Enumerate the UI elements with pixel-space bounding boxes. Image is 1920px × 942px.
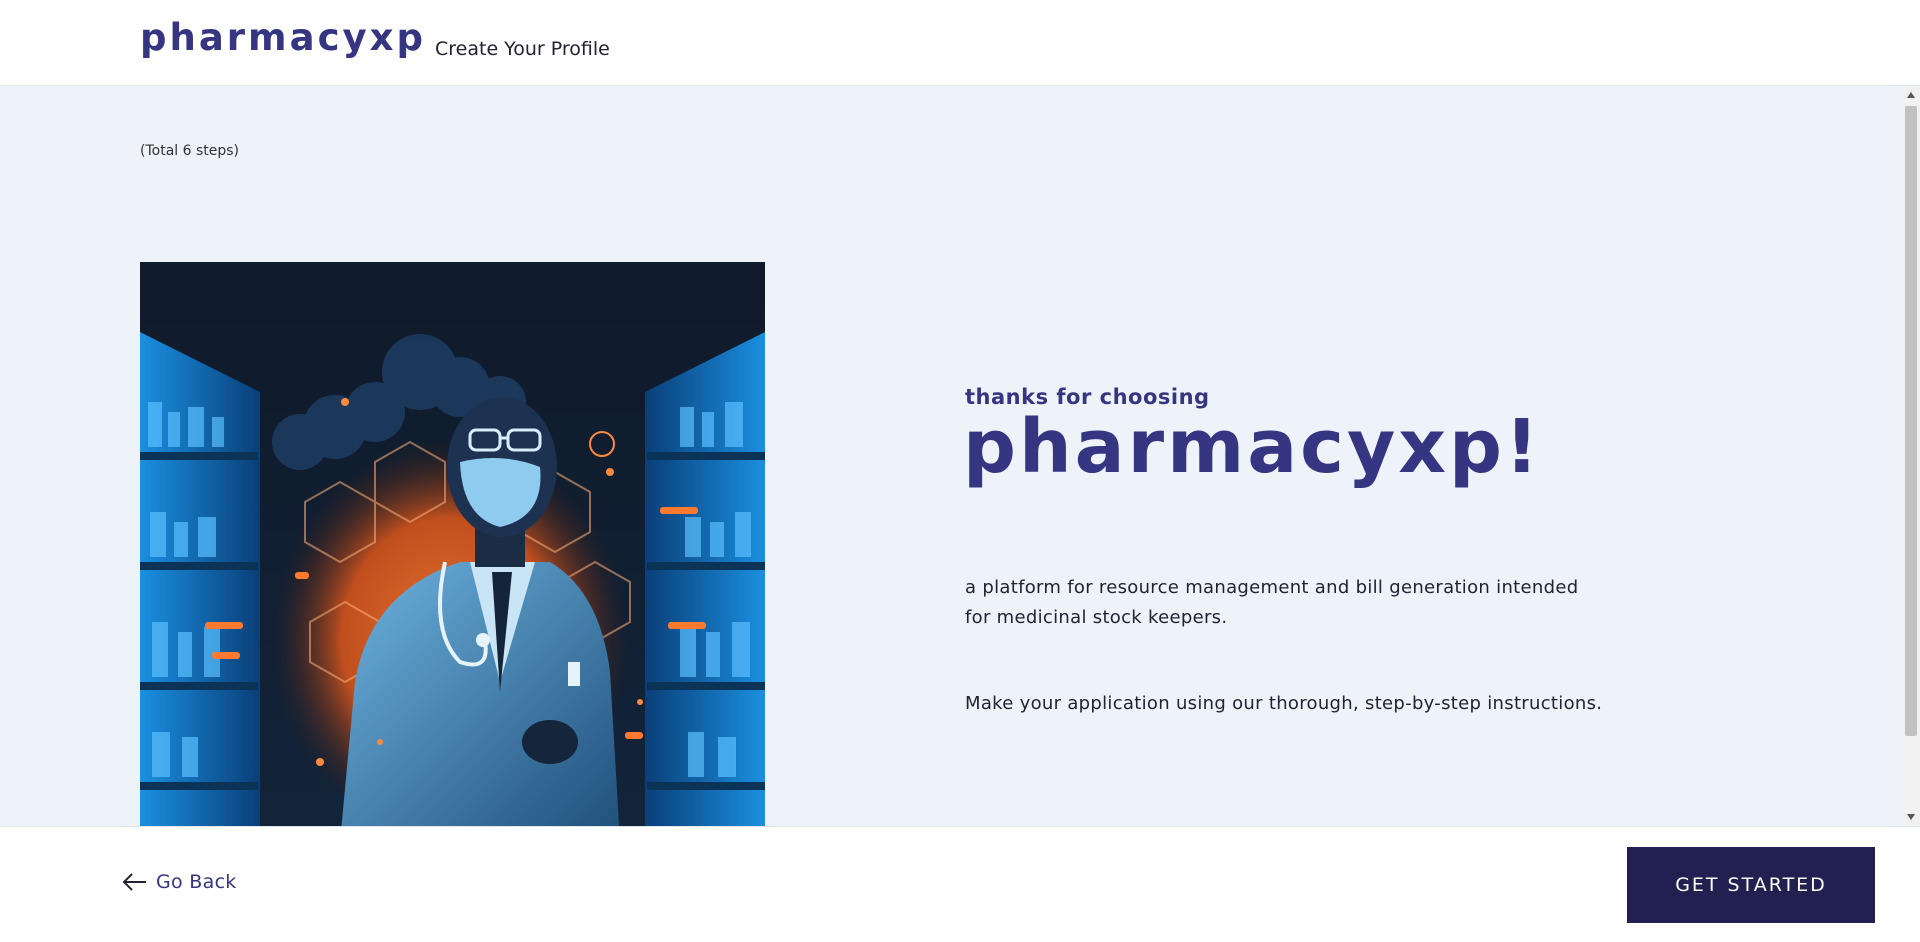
logo[interactable]: pharmacyxp	[140, 16, 426, 59]
steps-count-note: (Total 6 steps)	[140, 143, 240, 159]
main-content: (Total 6 steps) thanks for choosing phar…	[0, 86, 1902, 826]
vertical-scrollbar[interactable]	[1902, 86, 1920, 826]
get-started-button[interactable]: GET STARTED	[1627, 847, 1875, 923]
instructions-text: Make your application using our thorough…	[965, 693, 1603, 714]
hero-title: pharmacyxp!	[963, 404, 1542, 490]
page-title: Create Your Profile	[435, 38, 610, 60]
bottom-navigation: Go Back GET STARTED	[0, 826, 1920, 942]
platform-description: a platform for resource management and b…	[965, 577, 1579, 628]
go-back-label: Go Back	[156, 871, 237, 893]
top-header: pharmacyxp Create Your Profile	[0, 0, 1920, 86]
pharmacist-illustration	[140, 262, 765, 826]
scroll-thumb[interactable]	[1905, 106, 1917, 736]
scroll-down-arrow-icon[interactable]	[1907, 814, 1915, 820]
go-back-button[interactable]: Go Back	[122, 871, 237, 893]
scroll-up-arrow-icon[interactable]	[1907, 92, 1915, 98]
arrow-left-icon	[122, 872, 148, 892]
